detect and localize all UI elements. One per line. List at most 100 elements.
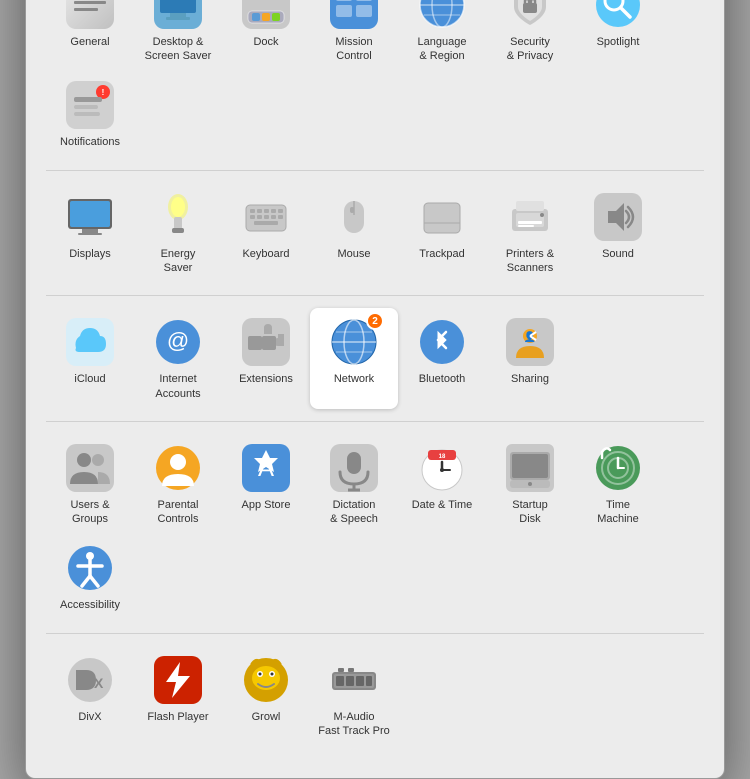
trackpad-icon-wrapper <box>416 191 468 243</box>
printers-icon-wrapper <box>504 191 556 243</box>
notifications-icon: ! <box>66 81 114 129</box>
pref-flashplayer[interactable]: Flash Player <box>134 646 222 747</box>
language-label: Language& Region <box>418 35 467 64</box>
pref-keyboard[interactable]: Keyboard <box>222 183 310 284</box>
accessibility-icon-wrapper <box>64 542 116 594</box>
pref-accessibility[interactable]: Accessibility <box>46 534 134 620</box>
divx-label: DivX <box>78 710 101 724</box>
datetime-label: Date & Time <box>412 498 473 512</box>
dock-icon-wrapper <box>240 0 292 31</box>
growl-icon-wrapper <box>240 654 292 706</box>
sharing-icon: 👤 <box>506 318 554 366</box>
extensions-label: Extensions <box>239 372 293 386</box>
pref-users[interactable]: Users &Groups <box>46 434 134 535</box>
pref-security[interactable]: Security& Privacy <box>486 0 574 71</box>
pref-sound[interactable]: Sound <box>574 183 662 284</box>
pref-general[interactable]: File New General <box>46 0 134 71</box>
pref-printers[interactable]: Printers &Scanners <box>486 183 574 284</box>
pref-maudio[interactable]: M-AudioFast Track Pro <box>310 646 398 747</box>
spotlight-icon <box>594 0 642 29</box>
pref-trackpad[interactable]: Trackpad <box>398 183 486 284</box>
pref-energy[interactable]: EnergySaver <box>134 183 222 284</box>
pref-sharing[interactable]: 👤 Sharing <box>486 308 574 409</box>
pref-growl[interactable]: Growl <box>222 646 310 747</box>
general-icon: File New <box>66 0 114 29</box>
pref-mission[interactable]: MissionControl <box>310 0 398 71</box>
startup-icon <box>506 444 554 492</box>
printers-label: Printers &Scanners <box>506 247 554 276</box>
pref-startup[interactable]: StartupDisk <box>486 434 574 535</box>
flashplayer-icon-wrapper <box>152 654 204 706</box>
pref-datetime[interactable]: 18 Date & Time <box>398 434 486 535</box>
appstore-label: App Store <box>242 498 291 512</box>
growl-icon <box>242 656 290 704</box>
pref-parental[interactable]: ParentalControls <box>134 434 222 535</box>
pref-divx[interactable]: X DivX <box>46 646 134 747</box>
flashplayer-label: Flash Player <box>147 710 208 724</box>
sound-label: Sound <box>602 247 634 261</box>
displays-label: Displays <box>69 247 111 261</box>
desktop-label: Desktop &Screen Saver <box>145 35 212 64</box>
pref-appstore[interactable]: A App Store <box>222 434 310 535</box>
language-icon-wrapper <box>416 0 468 31</box>
timemachine-label: TimeMachine <box>597 498 639 527</box>
sound-icon-wrapper <box>592 191 644 243</box>
appstore-icon-wrapper: A <box>240 442 292 494</box>
maudio-icon <box>330 656 378 704</box>
hardware-section: Displays EnergySaver <box>46 171 704 297</box>
pref-dock[interactable]: Dock <box>222 0 310 71</box>
mouse-icon <box>330 193 378 241</box>
language-icon <box>418 0 466 29</box>
parental-icon-wrapper <box>152 442 204 494</box>
security-icon <box>506 0 554 29</box>
bluetooth-icon <box>418 318 466 366</box>
general-label: General <box>70 35 109 49</box>
energy-icon-wrapper <box>152 191 204 243</box>
pref-dictation[interactable]: Dictation& Speech <box>310 434 398 535</box>
security-label: Security& Privacy <box>507 35 553 64</box>
pref-displays[interactable]: Displays <box>46 183 134 284</box>
svg-text:!: ! <box>102 88 105 97</box>
extensions-icon-wrapper <box>240 316 292 368</box>
maudio-icon-wrapper <box>328 654 380 706</box>
pref-timemachine[interactable]: TimeMachine <box>574 434 662 535</box>
pref-icloud[interactable]: iCloud <box>46 308 134 409</box>
pref-mouse[interactable]: Mouse <box>310 183 398 284</box>
divx-icon-wrapper: X <box>64 654 116 706</box>
timemachine-icon <box>594 444 642 492</box>
spotlight-label: Spotlight <box>597 35 640 49</box>
accessibility-icon <box>66 544 114 592</box>
network-icon-wrapper: 2 <box>328 316 380 368</box>
system-preferences-window: ‹ › System Preferences 🔍 ✕ <box>25 0 725 779</box>
sharing-icon-wrapper: 👤 <box>504 316 556 368</box>
svg-text:18: 18 <box>439 454 446 460</box>
internet-section: iCloud @ InternetAccounts <box>46 296 704 422</box>
icloud-icon-wrapper <box>64 316 116 368</box>
other-section: X DivX Flash Player <box>46 634 704 759</box>
pref-bluetooth[interactable]: Bluetooth <box>398 308 486 409</box>
pref-desktop[interactable]: Desktop &Screen Saver <box>134 0 222 71</box>
pref-language[interactable]: Language& Region <box>398 0 486 71</box>
parental-icon <box>154 444 202 492</box>
pref-extensions[interactable]: Extensions <box>222 308 310 409</box>
pref-spotlight[interactable]: Spotlight <box>574 0 662 71</box>
keyboard-icon <box>242 193 290 241</box>
pref-network[interactable]: 2 Network <box>310 308 398 409</box>
sound-icon <box>594 193 642 241</box>
dock-label: Dock <box>253 35 278 49</box>
accessibility-label: Accessibility <box>60 598 120 612</box>
internet-accounts-icon: @ <box>154 318 202 366</box>
timemachine-icon-wrapper <box>592 442 644 494</box>
displays-icon-wrapper <box>64 191 116 243</box>
personal-section: File New General Desktop &Screen <box>46 0 704 171</box>
keyboard-label: Keyboard <box>242 247 289 261</box>
pref-internet-accounts[interactable]: @ InternetAccounts <box>134 308 222 409</box>
appstore-icon: A <box>242 444 290 492</box>
datetime-icon: 18 <box>418 444 466 492</box>
parental-label: ParentalControls <box>158 498 199 527</box>
mission-icon-wrapper <box>328 0 380 31</box>
keyboard-icon-wrapper <box>240 191 292 243</box>
system-section: Users &Groups ParentalControls A <box>46 422 704 634</box>
desktop-icon <box>154 0 202 29</box>
pref-notifications[interactable]: ! Notifications <box>46 71 134 157</box>
